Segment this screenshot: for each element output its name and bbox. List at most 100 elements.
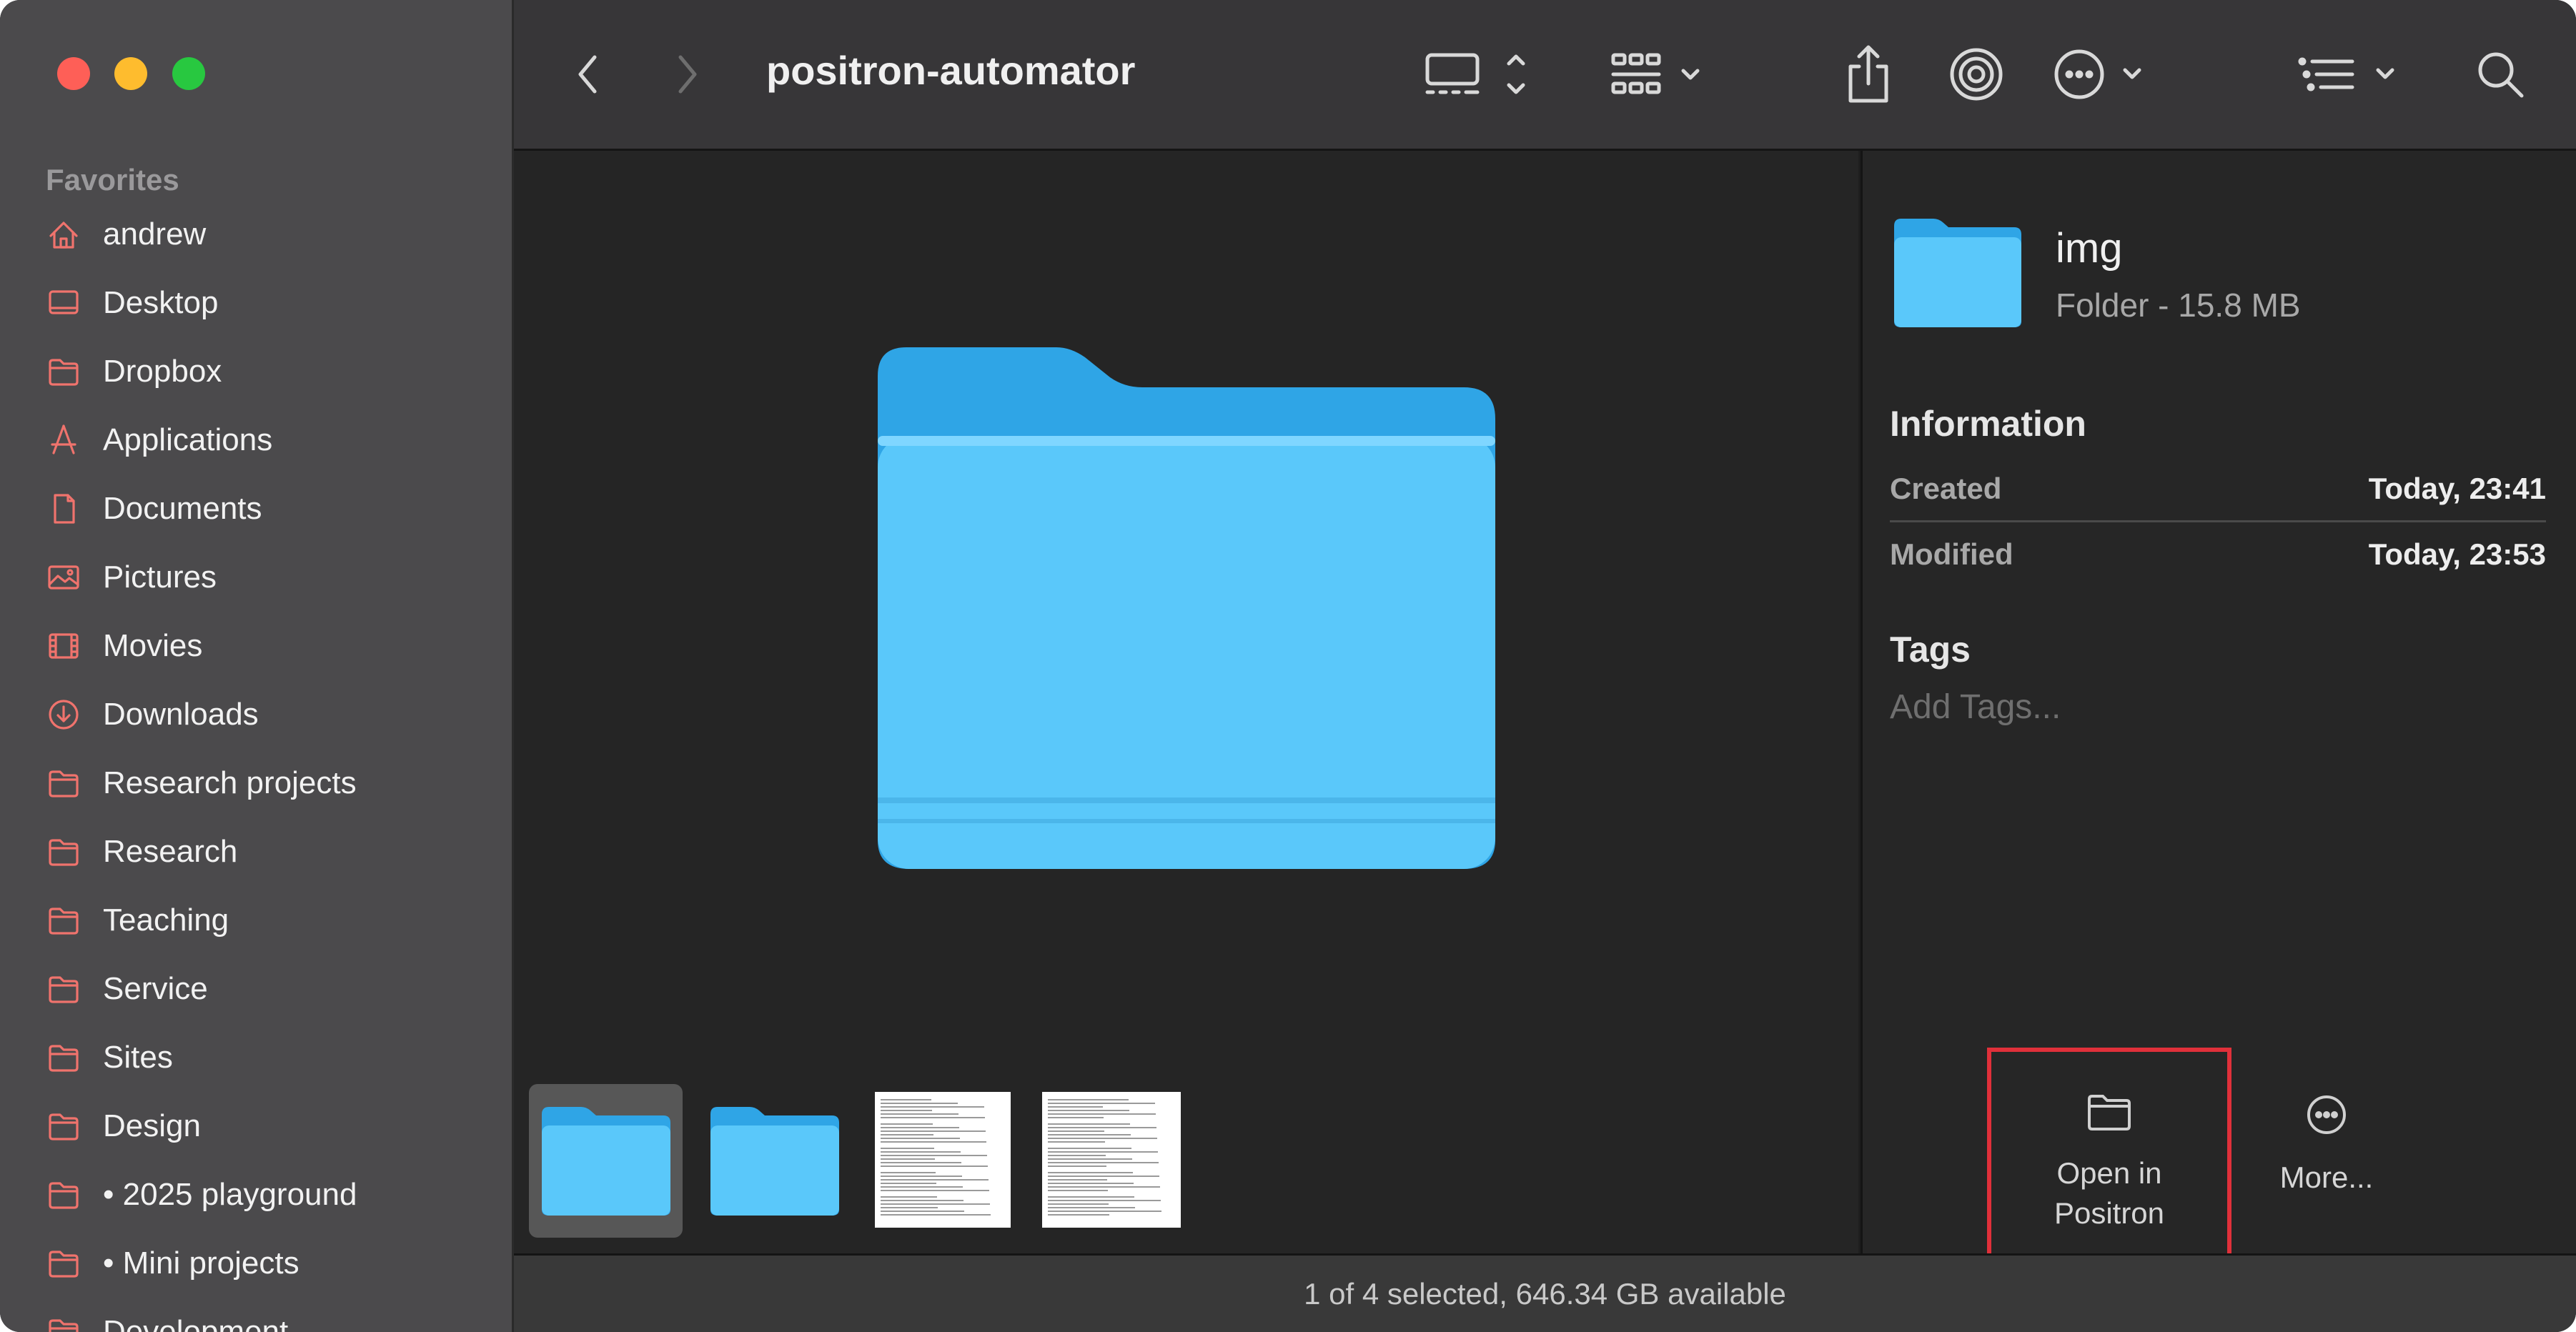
list-options-button[interactable] (2294, 40, 2408, 109)
doc-line (881, 1203, 990, 1205)
large-folder-preview (878, 347, 1495, 869)
doc-line (881, 1151, 961, 1153)
share-button[interactable] (1836, 40, 1901, 109)
doc-line (881, 1190, 989, 1191)
modified-label: Modified (1890, 537, 2013, 571)
doc-line (1048, 1141, 1105, 1143)
more-actions-button[interactable]: More... (2259, 1093, 2394, 1198)
sidebar-item-research-projects[interactable]: Research projects (46, 755, 503, 812)
sidebar-item-pictures[interactable]: Pictures (46, 549, 503, 606)
doc-line (1048, 1183, 1134, 1184)
back-icon (578, 55, 597, 94)
doc-line (1048, 1151, 1158, 1153)
document-icon (46, 491, 81, 527)
doc-line (1048, 1214, 1109, 1216)
doc-line (1048, 1130, 1104, 1132)
forward-button[interactable] (670, 46, 705, 103)
sidebar-item-dropbox[interactable]: Dropbox (46, 343, 503, 400)
sidebar-item-label: Design (103, 1108, 201, 1143)
status-bar: 1 of 4 selected, 646.34 GB available (514, 1253, 2576, 1332)
doc-line (881, 1176, 962, 1177)
applications-icon (46, 422, 81, 458)
doc-line (881, 1123, 933, 1125)
information-heading: Information (1890, 404, 2086, 444)
item-kind-size: Folder - 15.8 MB (2056, 287, 2301, 324)
doc-line (881, 1183, 936, 1184)
sidebar-item-mini-projects[interactable]: • Mini projects (46, 1235, 503, 1292)
thumbnail-document-2[interactable] (1042, 1092, 1181, 1228)
doc-line (1048, 1200, 1161, 1201)
folder-icon (46, 1314, 81, 1332)
toolbar: positron-automator (514, 0, 2576, 151)
doc-line (1048, 1203, 1109, 1205)
doc-line (881, 1196, 937, 1198)
action-menu-button[interactable] (2051, 40, 2158, 109)
sidebar-item-service[interactable]: Service (46, 960, 503, 1018)
more-label: More... (2279, 1160, 2374, 1194)
share-icon (1848, 45, 1888, 103)
finder-window: Favorites andrew Desktop Dropbox Applicatio… (0, 0, 2576, 1332)
search-button[interactable] (2468, 40, 2532, 109)
doc-line (1048, 1134, 1131, 1135)
sidebar-item-desktop[interactable]: Desktop (46, 274, 503, 332)
doc-line (1048, 1103, 1155, 1104)
view-mode-button[interactable] (1422, 47, 1536, 101)
sidebar-item-teaching[interactable]: Teaching (46, 892, 503, 949)
doc-line (881, 1127, 959, 1128)
folder-icon (46, 971, 81, 1007)
doc-line (881, 1141, 986, 1143)
doc-line (1048, 1117, 1104, 1118)
thumbnail-folder-1[interactable] (542, 1107, 670, 1216)
maximize-window-button[interactable] (172, 57, 205, 90)
action-menu-icon (2054, 49, 2141, 99)
minimize-window-button[interactable] (114, 57, 147, 90)
item-name: img (2056, 225, 2123, 272)
sidebar-item-andrew[interactable]: andrew (46, 206, 503, 263)
sidebar-item-development[interactable]: Development (46, 1303, 503, 1332)
doc-line (1048, 1190, 1108, 1191)
sidebar-item-label: Development (103, 1314, 289, 1332)
doc-line (1048, 1127, 1156, 1128)
sidebar-item-2025-playground[interactable]: • 2025 playground (46, 1166, 503, 1223)
doc-line (881, 1110, 932, 1111)
doc-line (881, 1172, 936, 1173)
info-divider (1890, 520, 2546, 522)
search-icon (2478, 52, 2524, 98)
back-button[interactable] (570, 46, 605, 103)
sidebar-item-research[interactable]: Research (46, 823, 503, 880)
folder-icon (1894, 219, 2021, 327)
sidebar-item-downloads[interactable]: Downloads (46, 686, 503, 743)
doc-line (1048, 1211, 1161, 1212)
home-icon (46, 217, 81, 252)
folder-icon (46, 903, 81, 938)
close-window-button[interactable] (57, 57, 90, 90)
sidebar-item-label: Teaching (103, 903, 229, 938)
doc-line (1048, 1176, 1159, 1177)
thumbnail-folder-2[interactable] (710, 1107, 839, 1216)
airdrop-button[interactable] (1942, 40, 2011, 109)
thumbnail-document-1[interactable] (875, 1092, 1011, 1228)
folder-icon (46, 1108, 81, 1144)
movies-icon (46, 628, 81, 664)
window-title: positron-automator (766, 48, 1136, 93)
doc-line (881, 1148, 934, 1149)
doc-line (881, 1200, 963, 1201)
group-button[interactable] (1607, 47, 1715, 101)
sidebar-item-applications[interactable]: Applications (46, 412, 503, 469)
sidebar-item-design[interactable]: Design (46, 1098, 503, 1155)
doc-line (881, 1186, 963, 1188)
folder-icon (46, 765, 81, 801)
sidebar-item-label: Pictures (103, 560, 217, 595)
forward-icon (678, 55, 697, 94)
sidebar-item-sites[interactable]: Sites (46, 1029, 503, 1086)
doc-line (881, 1138, 960, 1139)
sidebar-item-documents[interactable]: Documents (46, 480, 503, 537)
doc-line (1048, 1138, 1157, 1139)
add-tags-field[interactable]: Add Tags... (1890, 687, 2061, 727)
sidebar-item-movies[interactable]: Movies (46, 617, 503, 675)
doc-line (1048, 1166, 1106, 1167)
created-label: Created (1890, 472, 2002, 505)
doc-line (881, 1106, 984, 1108)
doc-line (881, 1179, 989, 1181)
sidebar-item-label: andrew (103, 217, 207, 252)
